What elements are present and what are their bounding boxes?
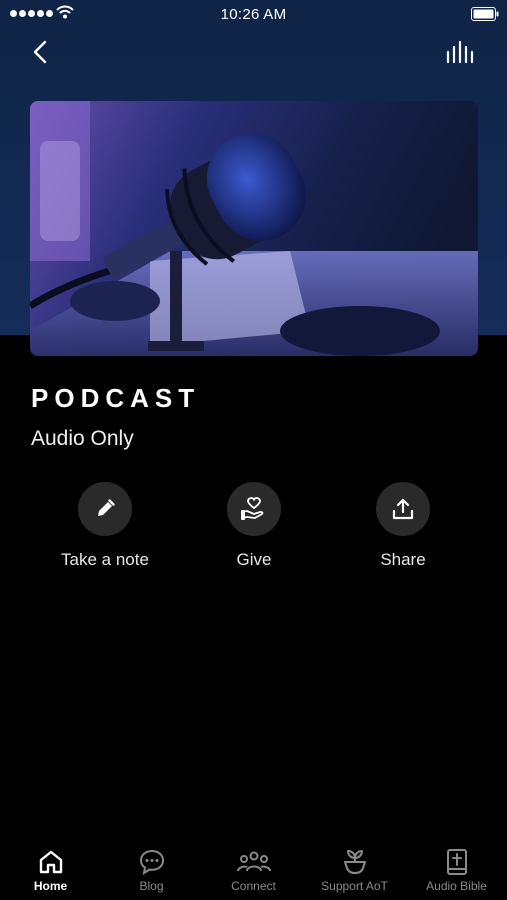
give-button[interactable]: Give (184, 482, 324, 570)
share-label: Share (380, 550, 426, 569)
audio-visualizer-button[interactable] (445, 40, 477, 68)
tab-audio-bible-label: Audio Bible (426, 879, 487, 893)
tab-home-label: Home (33, 879, 68, 893)
give-label: Give (236, 550, 272, 569)
tab-home[interactable]: Home (0, 842, 101, 893)
tab-connect-label: Connect (231, 879, 276, 893)
podcast-subtitle: Audio Only (31, 427, 134, 450)
microphone-illustration (30, 101, 478, 356)
podcast-cover-image (30, 101, 478, 356)
tab-blog[interactable]: Blog (101, 842, 202, 893)
take-note-circle[interactable] (78, 482, 132, 536)
home-icon (39, 850, 62, 874)
status-time: 10:26 AM (220, 6, 287, 23)
tab-audio-bible[interactable]: Audio Bible (406, 842, 507, 893)
audio-bars-icon (446, 40, 474, 64)
take-note-label: Take a note (61, 550, 149, 569)
action-row: Take a note Give Share (0, 482, 507, 582)
back-button[interactable] (28, 38, 54, 68)
tab-bar: Home Blog Connect Support AoT Audio Bibl… (0, 842, 507, 900)
tab-support-aot[interactable]: Support AoT (304, 842, 405, 893)
status-bar: 10:26 AM (0, 0, 507, 28)
people-icon (236, 851, 271, 872)
share-icon (392, 498, 414, 520)
tab-support-label: Support AoT (321, 879, 388, 893)
give-circle[interactable] (227, 482, 281, 536)
chevron-left-icon (33, 40, 47, 64)
tab-connect[interactable]: Connect (203, 842, 304, 893)
podcast-title: PODCAST (31, 383, 201, 413)
pencil-icon (98, 499, 115, 516)
share-button[interactable]: Share (333, 482, 473, 570)
plant-icon (343, 850, 366, 874)
take-note-button[interactable]: Take a note (35, 482, 175, 570)
battery-icon (471, 7, 499, 21)
heart-hand-icon (241, 497, 264, 520)
chat-bubble-icon (139, 849, 164, 876)
bible-icon (446, 849, 467, 875)
tab-blog-label: Blog (139, 879, 164, 893)
share-circle[interactable] (376, 482, 430, 536)
